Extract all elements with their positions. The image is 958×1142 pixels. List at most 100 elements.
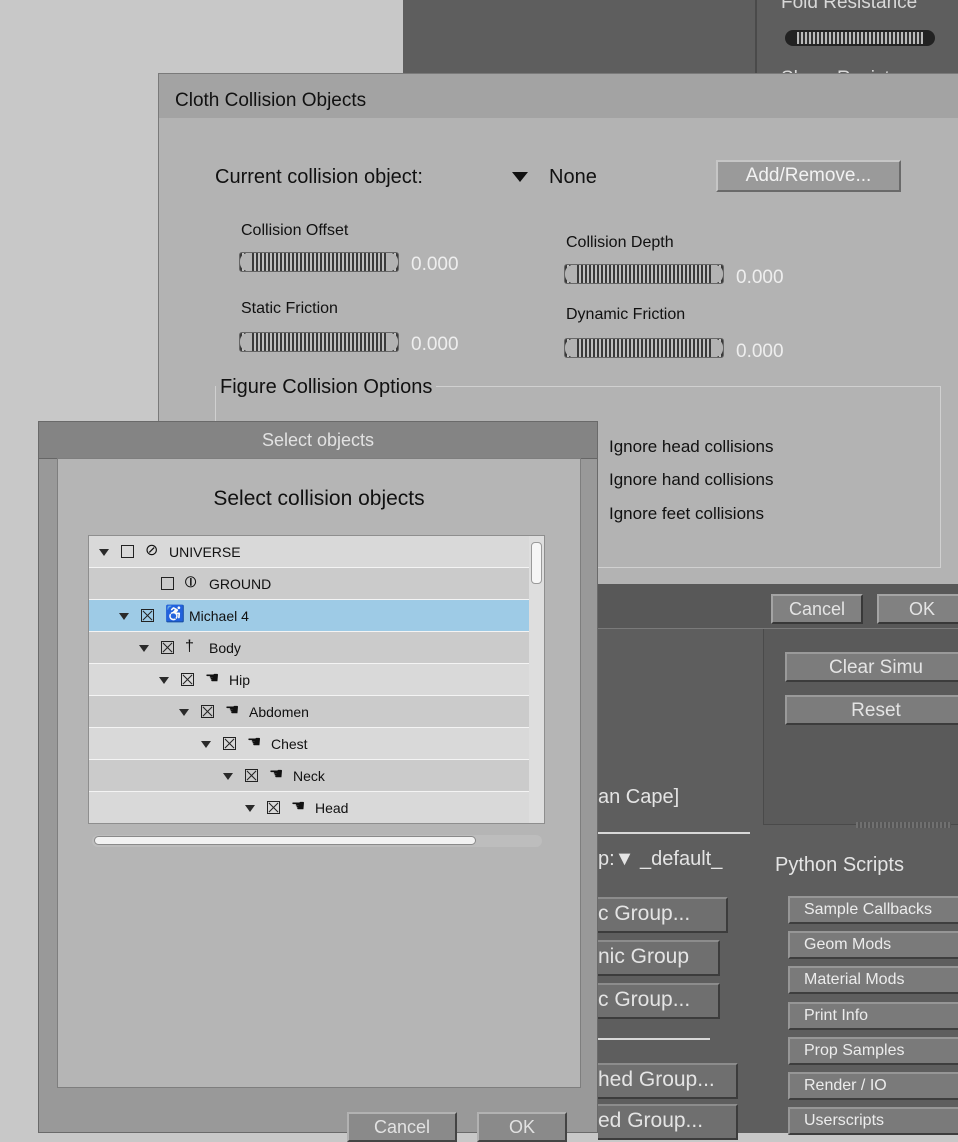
ignore-hand-collisions-option[interactable]: Ignore hand collisions — [609, 470, 773, 490]
checkbox[interactable] — [267, 801, 280, 814]
reset-button[interactable]: Reset — [785, 695, 958, 725]
checkbox[interactable] — [223, 737, 236, 750]
expand-triangle-icon[interactable] — [99, 549, 109, 556]
python-button-userscripts[interactable]: Userscripts — [788, 1107, 958, 1135]
expand-triangle-icon[interactable] — [159, 677, 169, 684]
expand-triangle-icon[interactable] — [245, 805, 255, 812]
fold-resistance-label: Fold Resistance — [781, 0, 918, 13]
dialog-titlebar[interactable]: Cloth Collision Objects — [159, 74, 958, 119]
python-button-sample-callbacks[interactable]: Sample Callbacks — [788, 896, 958, 924]
select-dialog-title: Select objects — [261, 430, 375, 450]
tree-row-ground[interactable]: ⦶ GROUND — [89, 568, 529, 600]
fold-resistance-dial[interactable] — [781, 28, 936, 48]
python-button-prop-samples[interactable]: Prop Samples — [788, 1037, 958, 1065]
current-collision-label: Current collision object: — [215, 166, 423, 188]
select-ok-button[interactable]: OK — [477, 1112, 567, 1142]
group-divider — [598, 832, 750, 834]
python-button-print-info[interactable]: Print Info — [788, 1002, 958, 1030]
cancel-button[interactable]: Cancel — [771, 594, 863, 624]
tree-node-label: Head — [315, 800, 349, 816]
horizontal-scroll-thumb[interactable] — [94, 836, 476, 845]
expand-triangle-icon[interactable] — [223, 773, 233, 780]
select-objects-dialog: Select objects Select collision objects … — [38, 421, 598, 1142]
select-dialog-heading: Select collision objects — [213, 487, 425, 510]
tree-row-head[interactable]: ☚ Head — [89, 792, 529, 823]
tree-row-neck[interactable]: ☚ Neck — [89, 760, 529, 792]
collision-offset-label: Collision Offset — [241, 222, 349, 239]
group-button-1[interactable]: c Group... — [598, 897, 728, 933]
tree-row-hip[interactable]: ☚ Hip — [89, 664, 529, 696]
group-divider-2 — [598, 1038, 710, 1040]
checkbox[interactable] — [161, 641, 174, 654]
tree-row-michael-4[interactable]: ♿ Michael 4 — [89, 600, 529, 632]
panel-divider — [755, 0, 757, 80]
clear-simulation-button[interactable]: Clear Simu — [785, 652, 958, 682]
ok-button[interactable]: OK — [877, 594, 958, 624]
select-dialog-content: Select collision objects ⊘ UNIVERSE ⦶ GROUN… — [57, 458, 581, 1088]
object-tree: ⊘ UNIVERSE ⦶ GROUND ♿ Michael 4 † Body ☚ Hip ☚ Abdo… — [88, 535, 545, 824]
group-selector[interactable]: p:▼ _default_ — [598, 848, 722, 871]
select-dialog-titlebar[interactable]: Select objects — [39, 422, 597, 459]
checkbox[interactable] — [161, 577, 174, 590]
collision-depth-label: Collision Depth — [566, 234, 674, 251]
static-friction-value[interactable]: 0.000 — [411, 334, 459, 356]
python-button-material-mods[interactable]: Material Mods — [788, 966, 958, 994]
tree-node-label: Michael 4 — [189, 608, 249, 624]
hand-icon: ☚ — [269, 766, 284, 783]
tree-row-chest[interactable]: ☚ Chest — [89, 728, 529, 760]
collision-offset-dial[interactable] — [239, 252, 399, 272]
dialog-title: Cloth Collision Objects — [175, 90, 367, 111]
group-button-3[interactable]: c Group... — [598, 983, 720, 1019]
group-button-4[interactable]: hed Group... — [598, 1063, 738, 1099]
hand-icon: ☚ — [205, 670, 220, 687]
ground-icon: ⦶ — [185, 574, 197, 591]
python-button-geom-mods[interactable]: Geom Mods — [788, 931, 958, 959]
static-friction-label: Static Friction — [241, 300, 338, 317]
dropdown-arrow-icon[interactable] — [512, 172, 528, 182]
select-cancel-button[interactable]: Cancel — [347, 1112, 457, 1142]
hand-icon: ☚ — [225, 702, 240, 719]
ignore-feet-collisions-option[interactable]: Ignore feet collisions — [609, 504, 764, 524]
hand-icon: ☚ — [291, 798, 306, 815]
tree-node-label: GROUND — [209, 576, 272, 592]
dynamic-friction-dial[interactable] — [564, 338, 724, 358]
figure-icon: ♿ — [165, 606, 185, 623]
tree-row-universe[interactable]: ⊘ UNIVERSE — [89, 536, 529, 568]
expand-triangle-icon[interactable] — [201, 741, 211, 748]
current-collision-value[interactable]: None — [549, 166, 597, 189]
tree-node-label: Neck — [293, 768, 325, 784]
python-button-render-io[interactable]: Render / IO — [788, 1072, 958, 1100]
hand-icon: ☚ — [247, 734, 262, 751]
group-button-5[interactable]: ed Group... — [598, 1104, 738, 1140]
tree-row-body[interactable]: † Body — [89, 632, 529, 664]
dynamic-friction-value[interactable]: 0.000 — [736, 341, 784, 363]
ignore-head-collisions-option[interactable]: Ignore head collisions — [609, 437, 773, 457]
checkbox[interactable] — [201, 705, 214, 718]
tree-scroll-thumb[interactable] — [531, 542, 542, 584]
expand-triangle-icon[interactable] — [139, 645, 149, 652]
body-icon: † — [185, 638, 194, 655]
tree-vertical-scrollbar[interactable] — [529, 536, 544, 823]
tree-node-label: Abdomen — [249, 704, 309, 720]
checkbox[interactable] — [121, 545, 134, 558]
collision-offset-value[interactable]: 0.000 — [411, 254, 459, 276]
group-button-2[interactable]: nic Group — [598, 940, 720, 976]
checkbox[interactable] — [181, 673, 194, 686]
expand-triangle-icon[interactable] — [179, 709, 189, 716]
tree-node-label: Body — [209, 640, 241, 656]
tree-row-abdomen[interactable]: ☚ Abdomen — [89, 696, 529, 728]
checkbox[interactable] — [141, 609, 154, 622]
tree-node-label: Chest — [271, 736, 308, 752]
dynamic-friction-label: Dynamic Friction — [566, 306, 686, 323]
expand-triangle-icon[interactable] — [119, 613, 129, 620]
static-friction-dial[interactable] — [239, 332, 399, 352]
collision-depth-value[interactable]: 0.000 — [736, 267, 784, 289]
tree-node-label: Hip — [229, 672, 251, 688]
collision-depth-dial[interactable] — [564, 264, 724, 284]
cloth-object-label: an Cape] — [598, 786, 680, 808]
resize-grip[interactable] — [856, 822, 951, 828]
figure-collision-options-label: Figure Collision Options — [216, 376, 437, 399]
tree-horizontal-scrollbar[interactable] — [92, 835, 542, 847]
add-remove-button[interactable]: Add/Remove... — [716, 160, 901, 192]
checkbox[interactable] — [245, 769, 258, 782]
